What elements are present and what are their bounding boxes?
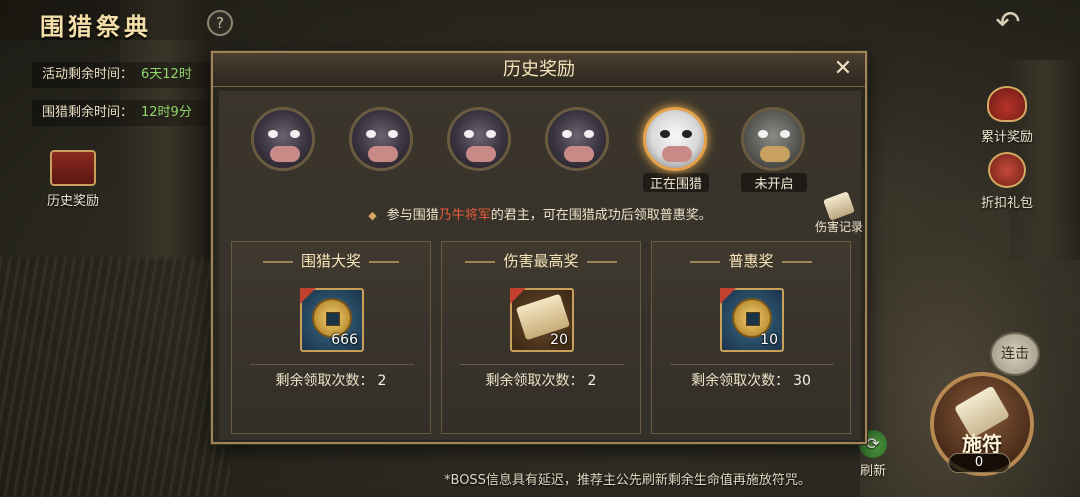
treasure-chest-icon	[50, 150, 96, 186]
refresh-label: 刷新	[859, 464, 886, 479]
scroll-icon	[823, 191, 855, 221]
remain-label: 剩余领取次数：	[275, 373, 374, 389]
ox-boss-icon	[251, 107, 315, 171]
reward-item[interactable]: 20	[510, 288, 574, 352]
boss-avatar-active[interactable]: 正在围猎	[643, 107, 709, 192]
diamond-bullet-icon: ◆	[368, 209, 377, 222]
activity-time-value: 6天12时	[141, 67, 192, 82]
remain-count-row: 剩余领取次数： 2	[442, 370, 640, 390]
desc-post: 的君主，可在围猎成功后领取普惠奖。	[490, 208, 712, 223]
combo-button[interactable]: 连击	[990, 332, 1040, 376]
boss-avatar-defeated[interactable]	[447, 107, 513, 171]
boss-avatar-defeated[interactable]	[545, 107, 611, 171]
ox-boss-icon	[447, 107, 511, 171]
item-quantity: 20	[550, 332, 568, 348]
reward-item[interactable]: 666	[300, 288, 364, 352]
discount-pack-label: 折扣礼包	[980, 196, 1033, 211]
item-quantity: 10	[760, 332, 778, 348]
gift-pack-icon	[988, 152, 1026, 188]
activity-time-label: 活动剩余时间：	[42, 67, 134, 82]
locked-boss-icon	[741, 107, 805, 171]
back-icon[interactable]: ↶	[986, 8, 1030, 38]
boss-avatar-defeated[interactable]	[349, 107, 415, 171]
treasure-bag-icon	[987, 86, 1027, 122]
history-rewards-label: 历史奖励	[46, 194, 99, 209]
ox-boss-icon	[545, 107, 609, 171]
quality-badge-icon	[510, 288, 526, 304]
card-title: 围猎大奖	[232, 250, 430, 271]
damage-record-button[interactable]: 伤害记录	[811, 191, 867, 235]
background-grass	[0, 257, 230, 497]
remain-count-row: 剩余领取次数： 2	[232, 370, 430, 390]
desc-pre: 参与围猎	[386, 208, 439, 223]
reward-card-damage: 伤害最高奖 20 剩余领取次数： 2	[441, 241, 641, 434]
quality-badge-icon	[720, 288, 736, 304]
boss-avatar-defeated[interactable]	[251, 107, 317, 171]
reward-item[interactable]: 10	[720, 288, 784, 352]
footer-note: *BOSS信息具有延迟，推荐主公先刷新剩余生命值再施放符咒。	[444, 473, 811, 488]
hunt-time-value: 12时9分	[141, 105, 192, 120]
hunt-time-row: 围猎剩余时间： 12时9分	[32, 100, 214, 126]
help-button[interactable]: ?	[207, 10, 233, 36]
remain-label: 剩余领取次数：	[485, 373, 584, 389]
boss-avatar-locked[interactable]: 未开启	[741, 107, 807, 192]
discount-pack-button[interactable]: 折扣礼包	[972, 152, 1042, 211]
dialog-title: 历史奖励	[503, 59, 575, 80]
cumulative-rewards-button[interactable]: 累计奖励	[972, 86, 1042, 145]
dialog-body: 正在围猎 未开启 ◆ 参与围猎乃牛将军的君主，可在围猎成功后领取普惠奖。 伤害记录…	[219, 91, 863, 440]
ox-boss-icon	[349, 107, 413, 171]
dialog-header: 历史奖励 ✕	[213, 53, 865, 87]
boss-status-label: 正在围猎	[643, 173, 709, 192]
reward-description: ◆ 参与围猎乃牛将军的君主，可在围猎成功后领取普惠奖。	[219, 205, 861, 227]
reward-card-universal: 普惠奖 10 剩余领取次数： 30	[651, 241, 851, 434]
ox-boss-icon	[643, 107, 707, 171]
close-icon[interactable]: ✕	[831, 58, 855, 82]
card-title: 普惠奖	[652, 250, 850, 271]
boss-list: 正在围猎 未开启	[243, 101, 807, 197]
page-title: 围猎祭典	[40, 13, 152, 41]
history-rewards-dialog: 历史奖励 ✕ 正在围猎 未开启 ◆ 参与围猎乃牛将军的君主，可在围猎成功后领取普…	[211, 51, 867, 444]
cumulative-rewards-label: 累计奖励	[980, 130, 1033, 145]
history-rewards-button[interactable]: 历史奖励	[38, 150, 108, 209]
boss-status-label: 未开启	[741, 173, 807, 192]
divider	[250, 364, 414, 365]
divider	[460, 364, 624, 365]
remain-value: 2	[587, 373, 597, 389]
reward-card-grand: 围猎大奖 666 剩余领取次数： 2	[231, 241, 431, 434]
quality-badge-icon	[300, 288, 316, 304]
card-title: 伤害最高奖	[442, 250, 640, 271]
damage-record-label: 伤害记录	[814, 220, 863, 234]
talisman-count: 0	[948, 453, 1010, 473]
remain-value: 2	[377, 373, 387, 389]
activity-time-row: 活动剩余时间： 6天12时	[32, 62, 214, 88]
item-quantity: 666	[331, 332, 358, 348]
remain-label: 剩余领取次数：	[691, 373, 790, 389]
remain-count-row: 剩余领取次数： 30	[652, 370, 850, 390]
remain-value: 30	[793, 373, 811, 389]
boss-name: 乃牛将军	[438, 208, 491, 223]
hunt-time-label: 围猎剩余时间：	[42, 105, 134, 120]
divider	[670, 364, 834, 365]
